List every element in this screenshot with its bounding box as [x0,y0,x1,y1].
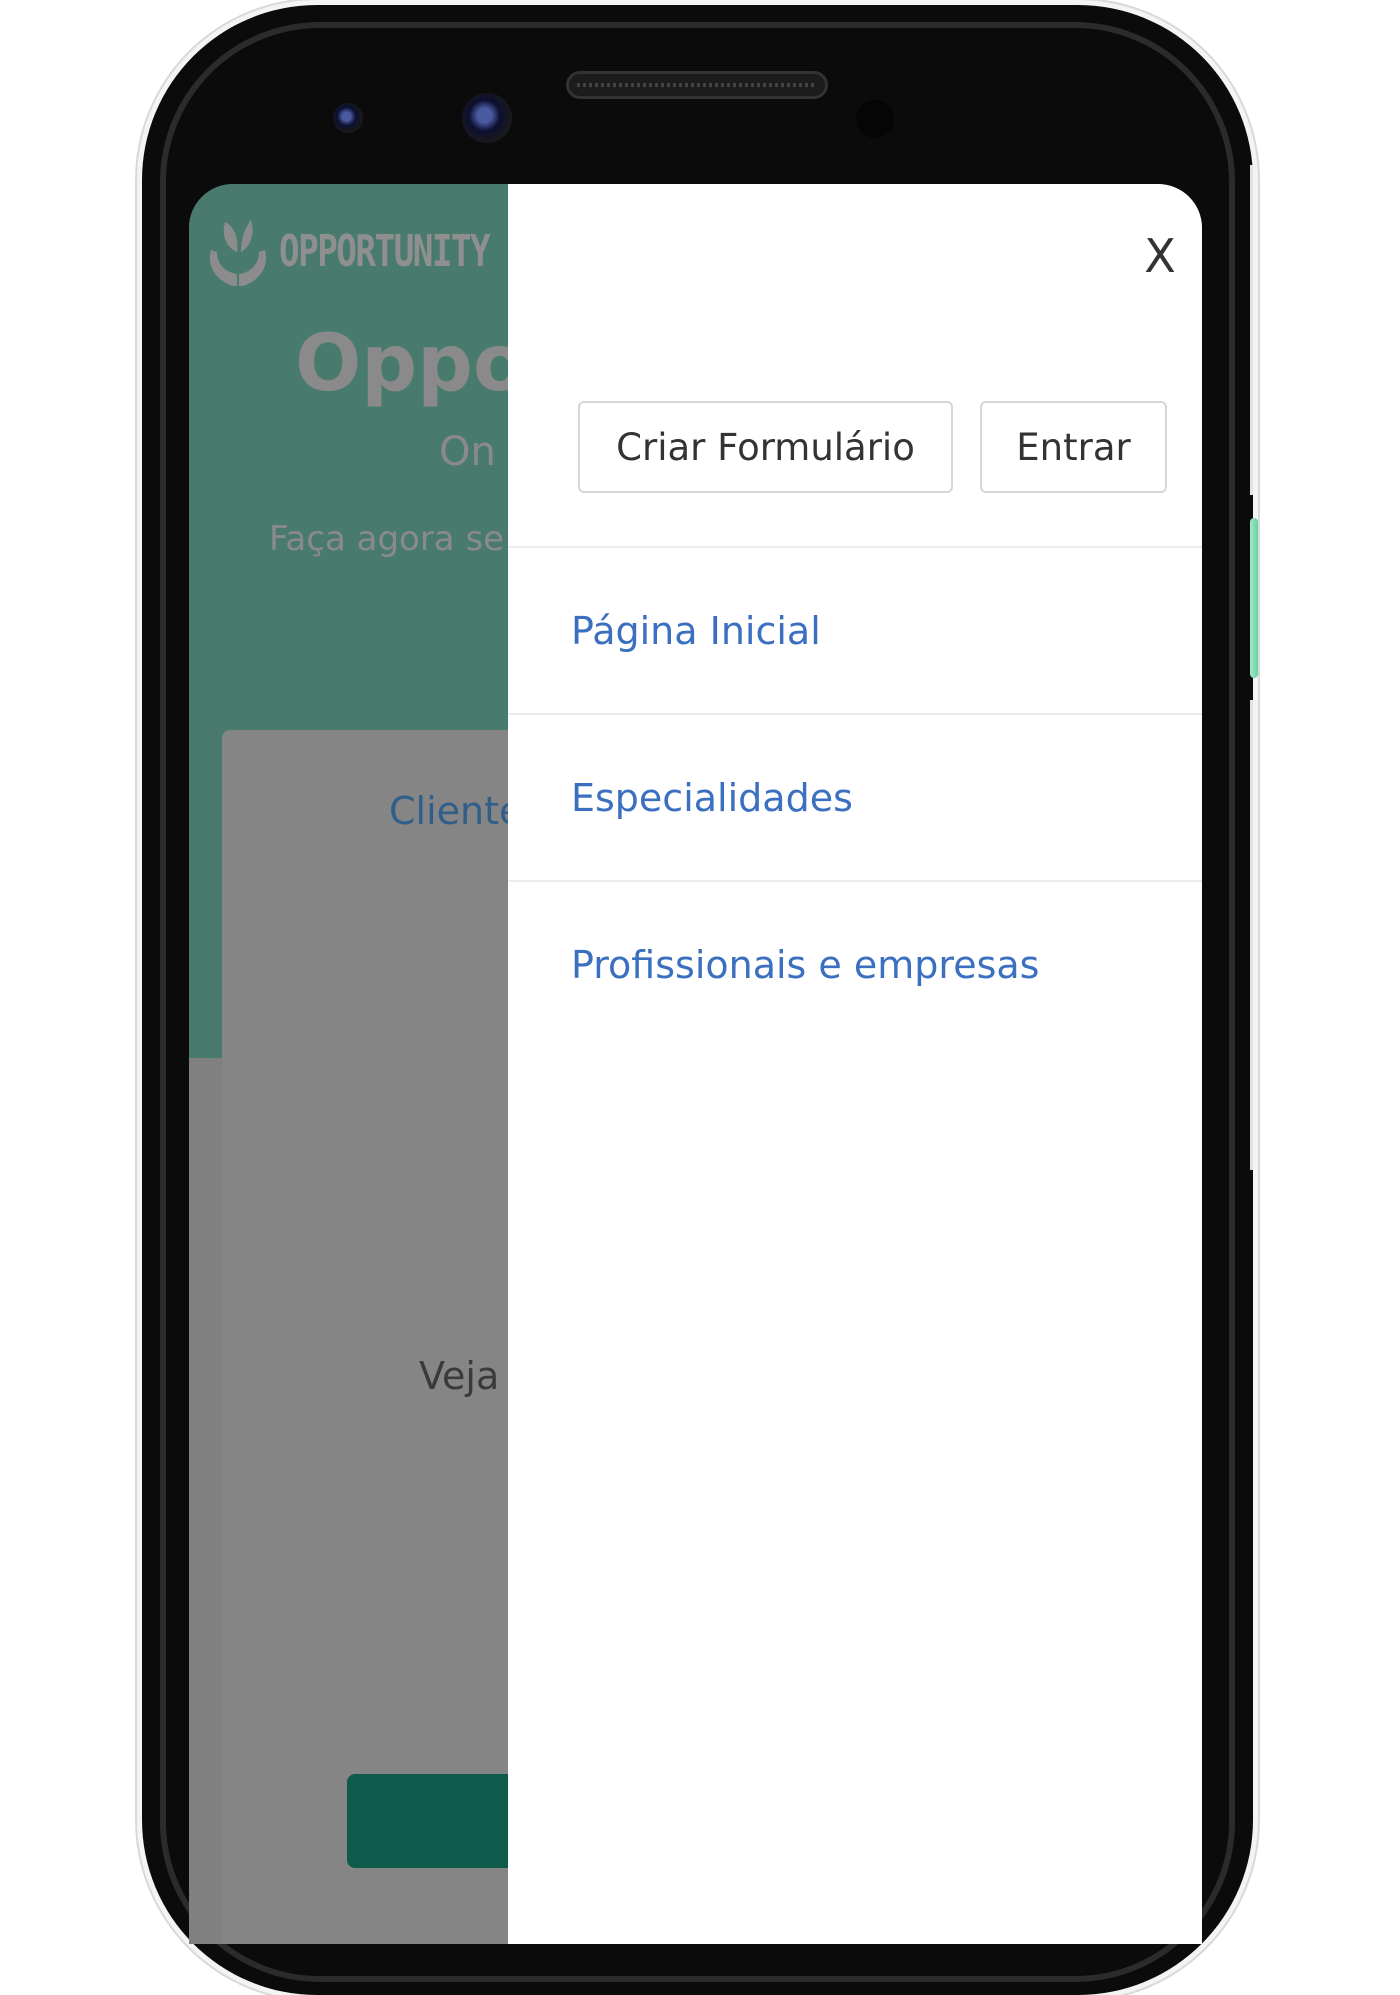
background-logo: OPPORTUNITY [203,211,548,291]
side-menu: X Criar Formulário Entrar Página Inicial… [508,184,1202,1944]
nav-item-professionals[interactable]: Profissionais e empresas [508,880,1202,1047]
hands-leaf-icon [209,220,267,286]
close-menu-button[interactable]: X [1135,226,1185,286]
front-camera-icon [462,93,512,143]
create-form-button[interactable]: Criar Formulário [578,401,953,493]
phone-edge-line [1250,700,1253,1170]
phone-side-button [1250,518,1258,678]
background-title: Oppo [295,319,527,409]
login-button[interactable]: Entrar [980,401,1167,493]
phone-screen: OPPORTUNITY Oppo On Faça agora se Client… [189,184,1202,1944]
background-description: Faça agora se [269,519,505,559]
phone-edge-line [1250,165,1253,495]
nav-item-specialties[interactable]: Especialidades [508,713,1202,880]
background-subtitle: On [439,429,496,475]
background-client-link: Cliente [389,789,523,833]
front-camera-icon [333,103,363,133]
proximity-sensor [856,100,894,138]
menu-nav: Página Inicial Especialidades Profission… [508,546,1202,1047]
background-logo-text: OPPORTUNITY [279,225,491,277]
nav-item-home[interactable]: Página Inicial [508,546,1202,713]
earpiece-speaker [566,71,828,99]
